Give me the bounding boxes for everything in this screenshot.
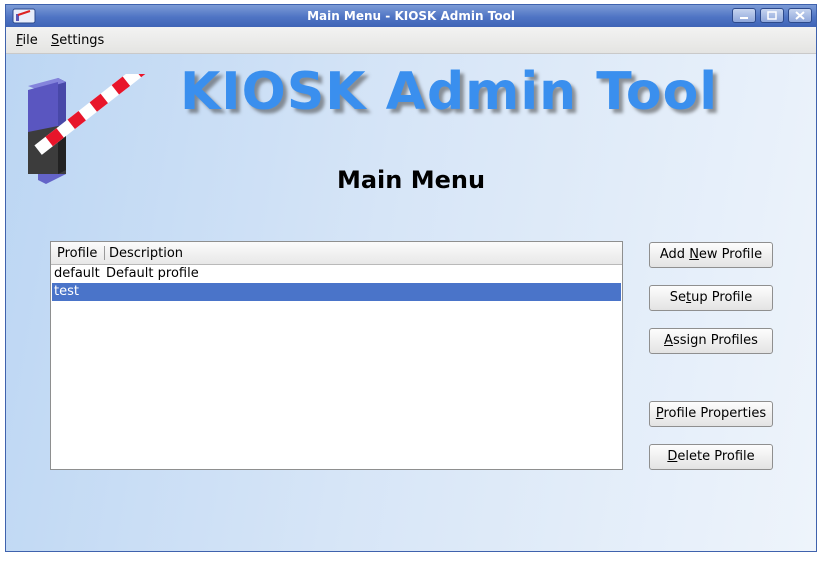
setup-profile-button[interactable]: Setup Profile bbox=[649, 285, 773, 311]
column-header-profile[interactable]: Profile bbox=[57, 246, 97, 261]
maximize-icon bbox=[767, 11, 777, 20]
title-bar[interactable]: Main Menu - KIOSK Admin Tool bbox=[6, 5, 816, 27]
column-separator[interactable] bbox=[104, 246, 105, 260]
main-content: KIOSK Admin Tool Main Menu Profile Descr… bbox=[6, 54, 816, 551]
add-new-profile-button[interactable]: Add New Profile bbox=[649, 242, 773, 268]
close-button[interactable] bbox=[788, 8, 812, 23]
menu-settings[interactable]: Settings bbox=[51, 33, 104, 48]
menu-file[interactable]: File bbox=[16, 33, 38, 48]
menu-bar: File Settings bbox=[6, 27, 816, 54]
profiles-table[interactable]: Profile Description default Default prof… bbox=[50, 241, 623, 470]
window-title: Main Menu - KIOSK Admin Tool bbox=[307, 9, 515, 23]
close-icon bbox=[795, 11, 805, 20]
column-header-description[interactable]: Description bbox=[109, 246, 183, 261]
main-window: Main Menu - KIOSK Admin Tool File Settin… bbox=[5, 4, 817, 552]
delete-profile-button[interactable]: Delete Profile bbox=[649, 444, 773, 470]
maximize-button[interactable] bbox=[760, 8, 784, 23]
minimize-button[interactable] bbox=[732, 8, 756, 23]
page-title: Main Menu bbox=[336, 166, 486, 194]
table-row[interactable]: default Default profile bbox=[52, 265, 621, 283]
table-header: Profile Description bbox=[51, 242, 622, 265]
profile-properties-button[interactable]: Profile Properties bbox=[649, 401, 773, 427]
minimize-icon bbox=[740, 17, 748, 19]
assign-profiles-button[interactable]: Assign Profiles bbox=[649, 328, 773, 354]
table-row[interactable]: test bbox=[52, 283, 621, 301]
barrier-gate-icon bbox=[28, 74, 161, 184]
app-title-banner: KIOSK Admin Tool bbox=[180, 62, 719, 122]
